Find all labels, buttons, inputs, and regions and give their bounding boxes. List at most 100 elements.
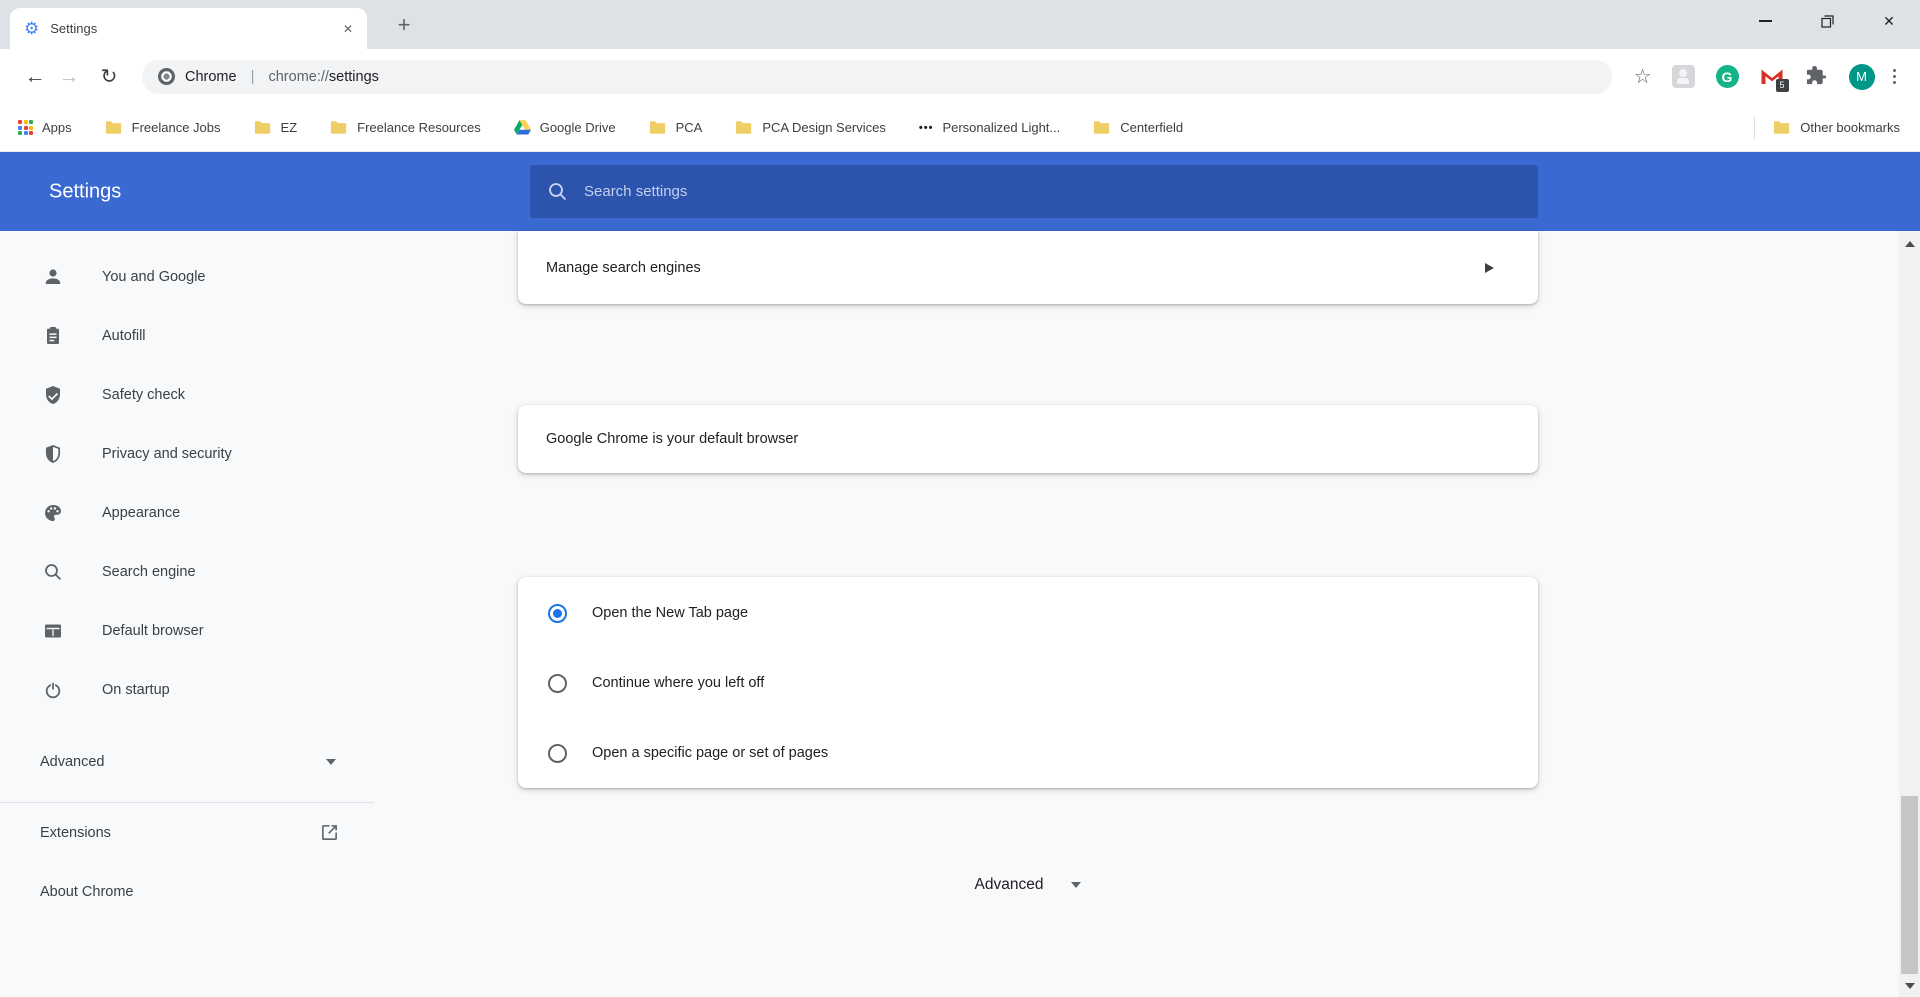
bookmarks-bar: Apps Freelance Jobs EZ Freelance Resourc…: [0, 104, 1920, 152]
drive-icon: [514, 120, 531, 135]
window-controls: ✕: [1734, 0, 1920, 42]
sidebar-item-label: Autofill: [102, 328, 146, 344]
sidebar-item-safety-check[interactable]: Safety check: [0, 365, 374, 424]
settings-search-input[interactable]: [584, 183, 1459, 200]
extensions-label: Extensions: [40, 825, 111, 841]
sidebar-item-search-engine[interactable]: Search engine: [0, 542, 374, 601]
sidebar-item-label: On startup: [102, 682, 170, 698]
external-link-icon: [321, 824, 338, 841]
sidebar-item-default-browser[interactable]: Default browser: [0, 601, 374, 660]
scroll-down-icon: [1905, 983, 1915, 989]
bookmark-label: Google Drive: [540, 120, 616, 135]
gmail-extension-icon[interactable]: 5: [1760, 67, 1784, 87]
page-scrollbar[interactable]: [1899, 231, 1920, 997]
close-window-icon: ✕: [1883, 13, 1895, 30]
close-window-button[interactable]: ✕: [1858, 0, 1920, 42]
sidebar-item-label: Privacy and security: [102, 446, 232, 462]
default-browser-status-row: Google Chrome is your default browser: [518, 405, 1538, 473]
restore-button[interactable]: [1796, 0, 1858, 42]
sidebar-item-label: Safety check: [102, 387, 185, 403]
bookmark-folder[interactable]: EZ: [254, 120, 298, 135]
bookmark-folder[interactable]: PCA: [649, 120, 703, 135]
sidebar-item-label: Default browser: [102, 623, 204, 639]
bookmark-label: PCA: [676, 120, 703, 135]
bookmark-folder[interactable]: Freelance Resources: [330, 120, 481, 135]
manage-search-engines-row[interactable]: Manage search engines: [518, 231, 1538, 304]
extensions-puzzle-icon[interactable]: [1805, 65, 1828, 88]
bookmark-google-drive[interactable]: Google Drive: [514, 120, 616, 135]
sidebar-advanced-toggle[interactable]: Advanced: [0, 732, 374, 791]
profile-avatar[interactable]: M: [1849, 64, 1875, 90]
apps-shortcut[interactable]: Apps: [18, 120, 72, 135]
on-startup-card: Open the New Tab page Continue where you…: [518, 577, 1538, 788]
shield-check-icon: [43, 385, 63, 405]
radio-label: Continue where you left off: [592, 675, 764, 691]
bookmark-label: Centerfield: [1120, 120, 1183, 135]
restore-icon: [1821, 15, 1834, 28]
subpage-arrow-icon: [1485, 262, 1494, 274]
sidebar-item-you-and-google[interactable]: You and Google: [0, 247, 374, 306]
other-bookmarks-folder[interactable]: Other bookmarks: [1773, 120, 1900, 135]
startup-option-continue[interactable]: Continue where you left off: [518, 648, 1538, 718]
scroll-down-button[interactable]: [1899, 975, 1920, 997]
sidebar-item-appearance[interactable]: Appearance: [0, 483, 374, 542]
startup-option-new-tab[interactable]: Open the New Tab page: [518, 578, 1538, 648]
url-path: settings: [329, 69, 379, 85]
browser-tab[interactable]: ⚙ Settings ✕: [10, 8, 367, 49]
sidebar-item-autofill[interactable]: Autofill: [0, 306, 374, 365]
scroll-up-button[interactable]: [1899, 233, 1920, 255]
bookmark-label: Freelance Jobs: [132, 120, 221, 135]
chrome-logo-icon: [158, 68, 175, 85]
radio-label: Open a specific page or set of pages: [592, 745, 828, 761]
sidebar-item-extensions[interactable]: Extensions: [0, 803, 374, 862]
manage-search-engines-label: Manage search engines: [546, 260, 701, 276]
clipboard-icon: [43, 326, 63, 346]
bookmark-folder[interactable]: PCA Design Services: [735, 120, 886, 135]
reload-icon[interactable]: ↻: [92, 64, 126, 89]
folder-icon: [735, 120, 753, 135]
radio-button[interactable]: [548, 744, 567, 763]
chevron-down-icon: [326, 759, 336, 765]
bookmark-personalized[interactable]: ••• Personalized Light...: [919, 120, 1060, 135]
tab-close-icon[interactable]: ✕: [343, 22, 353, 36]
folder-icon: [254, 120, 272, 135]
minimize-icon: [1759, 20, 1772, 21]
forward-icon[interactable]: →: [52, 65, 86, 89]
radio-button[interactable]: [548, 674, 567, 693]
bookmark-folder[interactable]: Freelance Jobs: [105, 120, 221, 135]
palette-icon: [43, 503, 63, 523]
bookmark-label: PCA Design Services: [762, 120, 886, 135]
manage-search-engines-card: Manage search engines: [518, 231, 1538, 304]
minimize-button[interactable]: [1734, 0, 1796, 42]
sidebar-item-privacy-security[interactable]: Privacy and security: [0, 424, 374, 483]
browser-menu-icon[interactable]: [1883, 69, 1907, 85]
address-bar[interactable]: Chrome | chrome://settings: [142, 60, 1612, 94]
back-icon[interactable]: ←: [18, 65, 52, 89]
bookmark-star-icon[interactable]: ☆: [1622, 64, 1664, 89]
url-text: chrome://settings: [268, 68, 378, 86]
shield-half-icon: [43, 444, 63, 464]
folder-icon: [105, 120, 123, 135]
radio-button[interactable]: [548, 604, 567, 623]
startup-option-specific-pages[interactable]: Open a specific page or set of pages: [518, 718, 1538, 788]
profile-extension-icon[interactable]: [1672, 65, 1695, 88]
scrollbar-thumb[interactable]: [1901, 796, 1918, 974]
gmail-badge: 5: [1776, 79, 1789, 92]
apps-label: Apps: [42, 120, 72, 135]
folder-icon: [1773, 120, 1791, 135]
new-tab-button[interactable]: +: [388, 10, 420, 40]
advanced-expand-button[interactable]: Advanced: [518, 865, 1538, 905]
radio-label: Open the New Tab page: [592, 605, 748, 621]
grammarly-extension-icon[interactable]: G: [1716, 65, 1739, 88]
settings-search-box[interactable]: [530, 165, 1538, 218]
sidebar-item-on-startup[interactable]: On startup: [0, 660, 374, 719]
settings-page: You and Google Autofill Safety check Pri…: [0, 231, 1920, 997]
advanced-button-label: Advanced: [975, 876, 1044, 894]
sidebar-item-label: Appearance: [102, 505, 180, 521]
folder-icon: [1093, 120, 1111, 135]
sidebar-item-label: You and Google: [102, 269, 205, 285]
bookmark-folder[interactable]: Centerfield: [1093, 120, 1183, 135]
bookmarks-separator: [1754, 117, 1755, 139]
sidebar-item-about-chrome[interactable]: About Chrome: [0, 862, 374, 921]
person-icon: [43, 267, 63, 287]
